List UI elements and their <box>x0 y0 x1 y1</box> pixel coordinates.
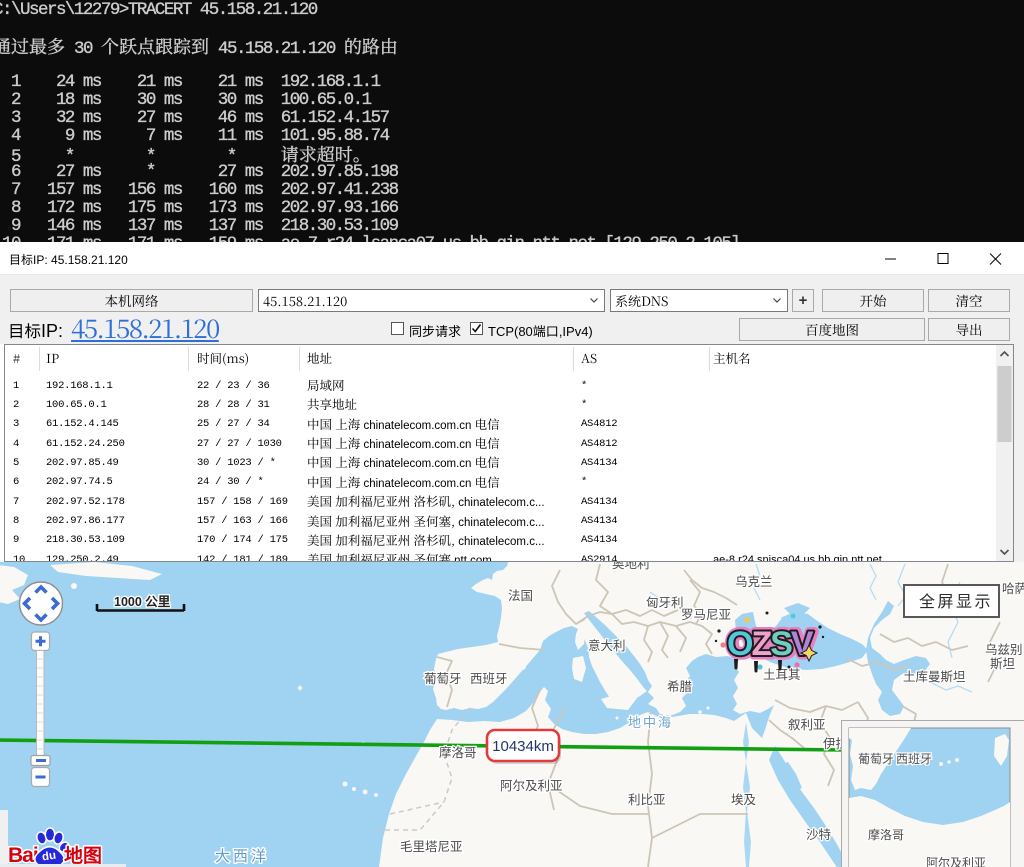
svg-text:1000 公里: 1000 公里 <box>114 594 171 609</box>
svg-text:罗马尼亚: 罗马尼亚 <box>681 608 731 622</box>
svg-text:奥地利: 奥地利 <box>612 562 650 571</box>
svg-text:全屏显示: 全屏显示 <box>919 593 993 611</box>
svg-text:埃及: 埃及 <box>731 793 757 807</box>
svg-text:乌克兰: 乌克兰 <box>735 574 773 589</box>
svg-text:意大利: 意大利 <box>588 638 626 653</box>
svg-text:希腊: 希腊 <box>667 679 693 694</box>
svg-text:利比亚: 利比亚 <box>628 793 666 807</box>
svg-text:摩洛哥: 摩洛哥 <box>439 745 477 760</box>
svg-text:斯坦: 斯坦 <box>990 657 1015 671</box>
svg-text:土耳其: 土耳其 <box>763 668 801 682</box>
svg-text:叙利亚: 叙利亚 <box>788 718 826 732</box>
svg-text:地图: 地图 <box>64 844 102 867</box>
svg-text:阿尔及利亚: 阿尔及利亚 <box>926 855 986 867</box>
svg-text:土库曼斯坦: 土库曼斯坦 <box>903 669 966 684</box>
svg-text:du: du <box>41 850 57 864</box>
svg-text:西班牙: 西班牙 <box>896 752 932 766</box>
svg-text:哈萨克: 哈萨克 <box>1002 582 1024 596</box>
svg-text:10434km: 10434km <box>492 738 554 755</box>
svg-text:法国: 法国 <box>508 589 533 603</box>
svg-text:Bai: Bai <box>8 844 38 867</box>
svg-text:OZSV: OZSV <box>727 625 814 663</box>
svg-text:乌兹别: 乌兹别 <box>985 642 1023 657</box>
svg-text:地中海: 地中海 <box>628 715 673 730</box>
svg-text:阿尔及利亚: 阿尔及利亚 <box>500 778 563 793</box>
svg-text:毛里塔尼亚: 毛里塔尼亚 <box>400 840 463 854</box>
svg-text:沙特: 沙特 <box>806 827 831 842</box>
svg-text:摩洛哥: 摩洛哥 <box>868 827 904 842</box>
svg-text:匈牙利: 匈牙利 <box>646 596 684 610</box>
svg-text:西班牙: 西班牙 <box>470 672 508 686</box>
svg-text:葡萄牙: 葡萄牙 <box>858 752 894 766</box>
svg-text:大西洋: 大西洋 <box>215 848 269 865</box>
svg-text:葡萄牙: 葡萄牙 <box>424 672 462 686</box>
